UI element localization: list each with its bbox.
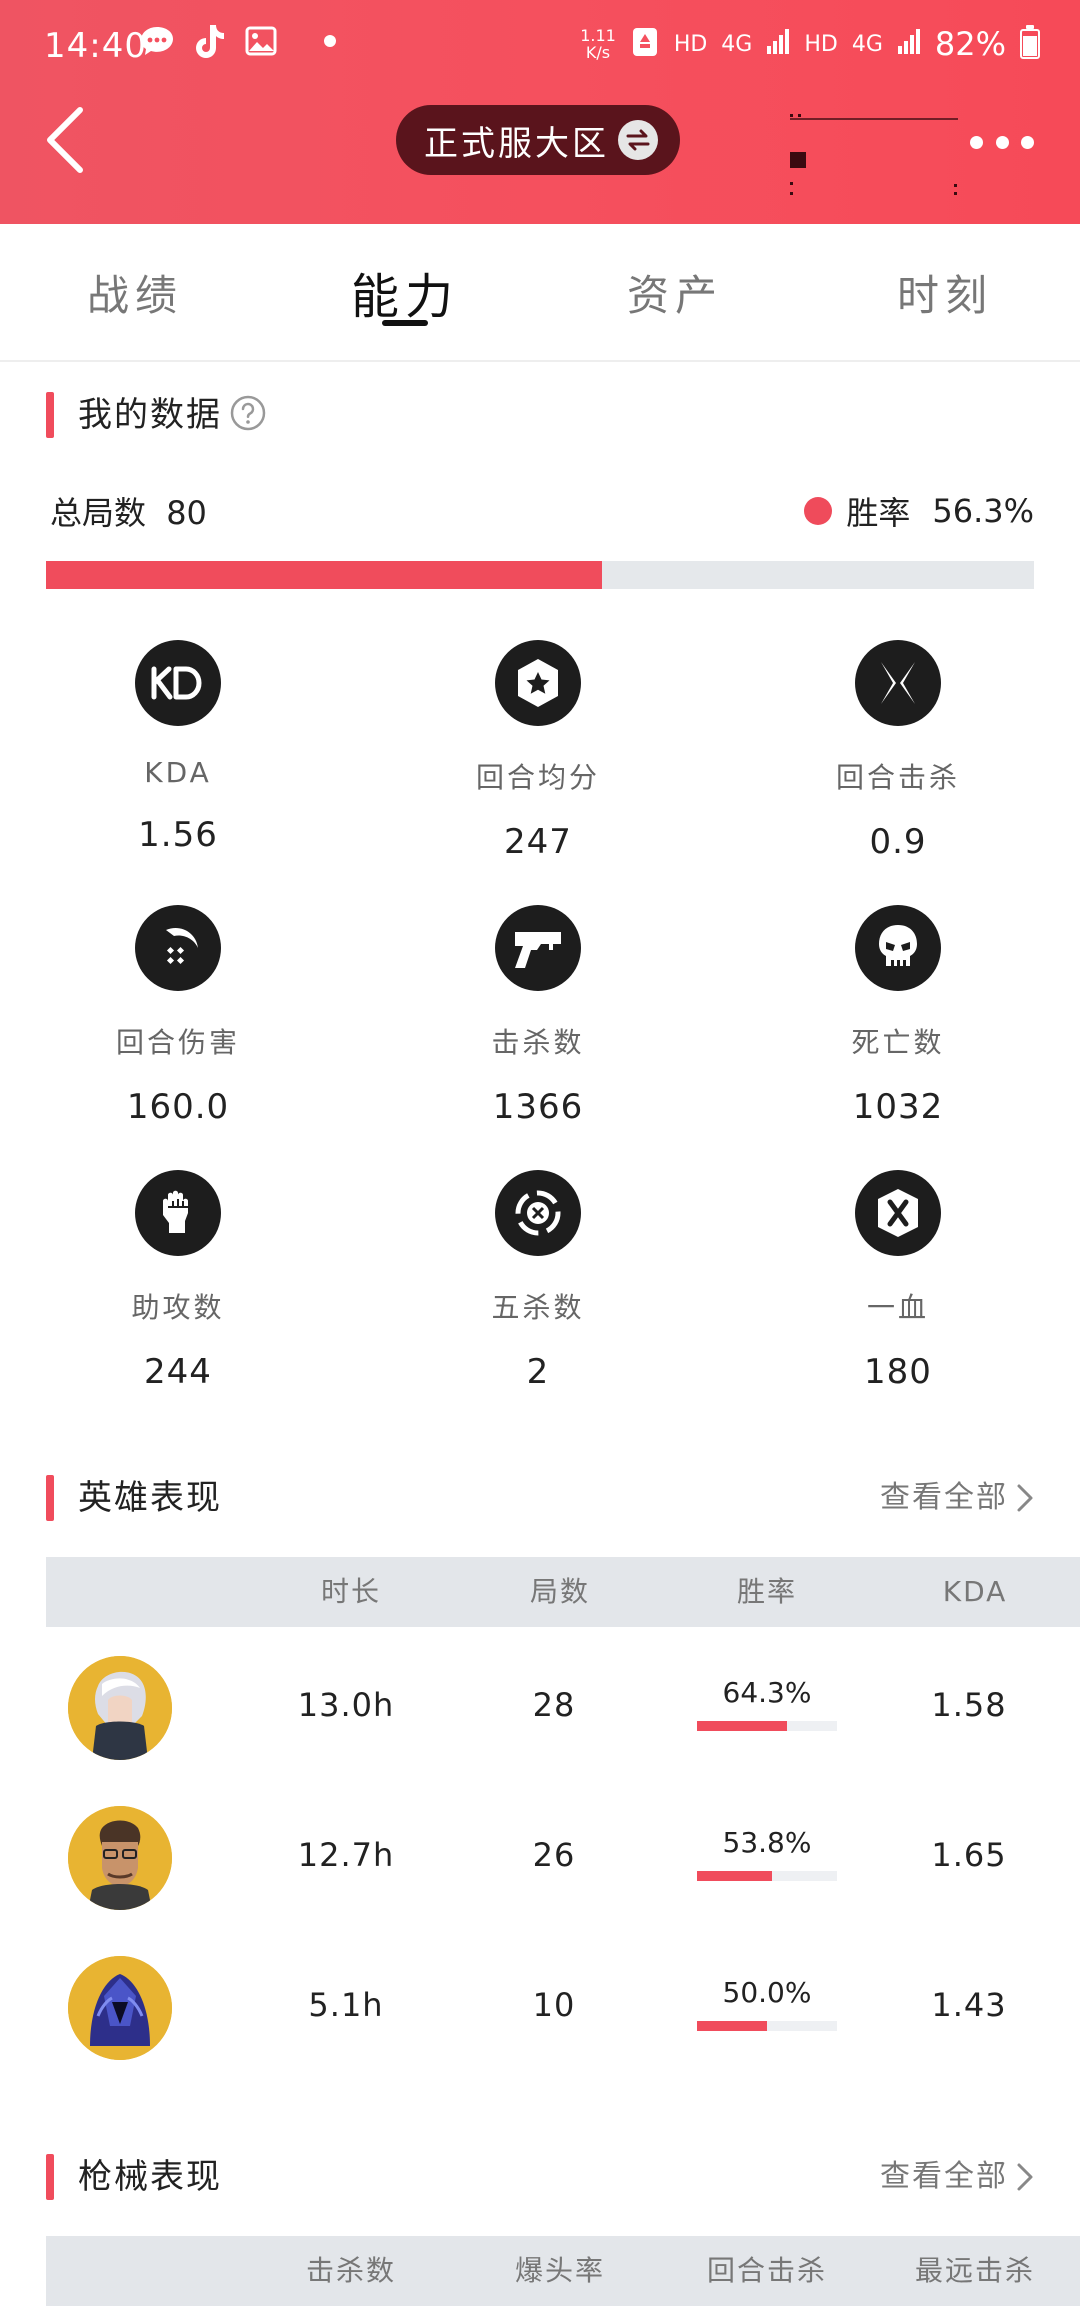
table-row[interactable]: 12.7h 26 53.8% 1.65 — [0, 1806, 1080, 1956]
signal-icon-2 — [897, 28, 921, 60]
hero-table-header: 时长 局数 胜率 KDA — [46, 1557, 1080, 1627]
hero-avatar-2 — [68, 1806, 172, 1910]
chevron-right-icon — [1017, 1484, 1033, 1512]
chat-bubble-icon — [138, 22, 176, 60]
hero-avatar-3 — [68, 1956, 172, 2060]
stat-kills: 击杀数 1366 — [438, 905, 638, 1127]
signal-icon-1 — [766, 28, 790, 60]
stat-round-damage: 回合伤害 160.0 — [78, 905, 278, 1127]
total-matches-row: 总局数 80 胜率 56.3% — [50, 488, 1034, 536]
hero-duration: 13.0h — [297, 1686, 395, 1724]
stat-pentakills: 五杀数 2 — [438, 1170, 638, 1392]
damage-icon — [135, 905, 221, 991]
ace-icon — [495, 1170, 581, 1256]
column-duration: 时长 — [320, 1575, 382, 1608]
header-decoration — [790, 100, 970, 200]
win-rate: 胜率 56.3% — [804, 488, 1034, 534]
tiktok-icon — [190, 22, 228, 60]
weapon-see-all-link[interactable]: 查看全部 — [880, 2152, 1034, 2202]
recycle-icon — [630, 24, 660, 64]
table-row[interactable]: 5.1h 10 50.0% 1.43 — [0, 1956, 1080, 2106]
hero-matches: 26 — [532, 1836, 576, 1874]
stat-kda: KDA 1.56 — [78, 640, 278, 855]
stat-assists: 助攻数 244 — [78, 1170, 278, 1392]
hero-duration: 5.1h — [308, 1986, 384, 2024]
hd-label-2: HD — [804, 31, 838, 57]
win-rate-bar-fill — [697, 1721, 788, 1731]
swap-icon — [618, 120, 658, 160]
gun-icon — [495, 905, 581, 991]
hero-see-all-link[interactable]: 查看全部 — [880, 1473, 1034, 1523]
region-label: 正式服大区 — [424, 123, 609, 164]
win-rate-progress-bar — [46, 561, 1034, 589]
hero-kda: 1.58 — [931, 1686, 1007, 1724]
hero-duration: 12.7h — [297, 1836, 395, 1874]
status-bar: 14:40 1.11 K/s HD 4G HD 4G 82% — [0, 0, 1080, 95]
gallery-icon — [242, 22, 280, 60]
section-title: 英雄表现 — [78, 1478, 222, 1518]
stat-round-kills: 回合击杀 0.9 — [798, 640, 998, 862]
chevron-right-icon — [1017, 2163, 1033, 2191]
stat-deaths: 死亡数 1032 — [798, 905, 998, 1127]
column-headshot-rate: 爆头率 — [514, 2254, 606, 2287]
tab-ability[interactable]: 能力 — [270, 224, 540, 360]
weapon-performance-header: 枪械表现 查看全部 — [0, 2152, 1080, 2202]
first-blood-icon — [855, 1170, 941, 1256]
hero-kda: 1.65 — [931, 1836, 1007, 1874]
win-rate-bar-fill — [697, 1871, 773, 1881]
status-time: 14:40 — [44, 26, 147, 66]
network-label-2: 4G — [851, 31, 883, 57]
win-rate-bar-fill — [697, 2021, 767, 2031]
tab-moments[interactable]: 时刻 — [810, 224, 1080, 360]
stat-round-score: 回合均分 247 — [438, 640, 638, 862]
weapon-table-header: 击杀数 爆头率 回合击杀 最远击杀 — [46, 2236, 1080, 2306]
section-accent-bar — [46, 392, 54, 438]
skull-icon — [855, 905, 941, 991]
section-title: 枪械表现 — [78, 2157, 222, 2197]
column-longest-kill: 最远击杀 — [914, 2254, 1036, 2287]
more-notifications-dot — [324, 35, 336, 47]
hd-label-1: HD — [673, 31, 708, 57]
hero-avatar-1 — [68, 1656, 172, 1760]
column-kills: 击杀数 — [305, 2254, 397, 2287]
network-label-1: 4G — [721, 31, 753, 57]
hero-kda: 1.43 — [931, 1986, 1007, 2024]
back-button[interactable] — [40, 98, 100, 182]
stat-first-blood: 一血 180 — [798, 1170, 998, 1392]
hero-matches: 28 — [532, 1686, 576, 1724]
section-title: 我的数据 — [78, 395, 222, 435]
tab-record[interactable]: 战绩 — [0, 224, 270, 360]
more-options-button[interactable] — [970, 132, 1034, 152]
my-data-header: 我的数据 — [0, 390, 1080, 440]
win-rate-progress-fill — [46, 561, 603, 589]
column-kda: KDA — [942, 1575, 1008, 1608]
header-bar: 14:40 1.11 K/s HD 4G HD 4G 82% 正式服大区 — [0, 0, 1080, 224]
hero-matches: 10 — [532, 1986, 576, 2024]
battery-percent: 82% — [934, 25, 1006, 63]
fist-icon — [135, 1170, 221, 1256]
hero-win-rate: 53.8% — [697, 1826, 837, 1881]
status-right: 1.11 K/s HD 4G HD 4G 82% — [580, 24, 1040, 64]
tab-assets[interactable]: 资产 — [540, 224, 810, 360]
hero-win-rate: 50.0% — [697, 1976, 837, 2031]
help-icon[interactable] — [229, 394, 267, 432]
win-rate-dot — [804, 497, 833, 525]
notification-icons — [138, 22, 336, 60]
region-switch-button[interactable]: 正式服大区 — [396, 105, 680, 175]
tab-bar: 战绩 能力 资产 时刻 — [0, 224, 1080, 362]
crossed-blades-icon — [855, 640, 941, 726]
section-accent-bar — [46, 2154, 54, 2200]
column-matches: 局数 — [529, 1575, 591, 1608]
battery-icon — [1020, 25, 1040, 59]
star-badge-icon — [495, 640, 581, 726]
kd-icon — [135, 640, 221, 726]
column-win-rate: 胜率 — [736, 1575, 798, 1608]
hero-performance-header: 英雄表现 查看全部 — [0, 1473, 1080, 1523]
net-speed: 1.11 K/s — [580, 26, 616, 62]
table-row[interactable]: 13.0h 28 64.3% 1.58 — [0, 1656, 1080, 1806]
total-matches: 总局数 80 — [50, 494, 207, 532]
hero-win-rate: 64.3% — [697, 1676, 837, 1731]
section-accent-bar — [46, 1475, 54, 1521]
column-round-kills: 回合击杀 — [706, 2254, 828, 2287]
